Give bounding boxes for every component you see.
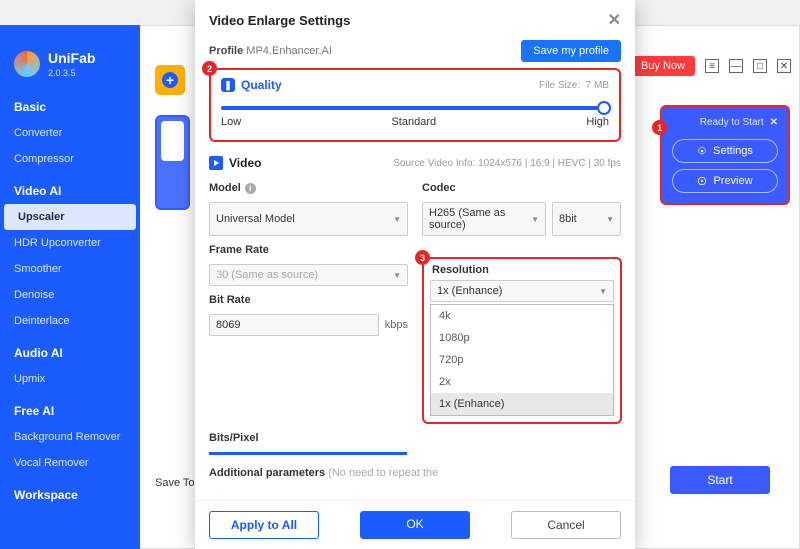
chevron-down-icon: ▼	[531, 215, 539, 224]
panel-close-icon[interactable]: ✕	[770, 117, 778, 128]
cancel-button[interactable]: Cancel	[511, 511, 621, 539]
resolution-option[interactable]: 1x (Enhance)	[431, 393, 613, 415]
chevron-down-icon: ▼	[606, 215, 614, 224]
quality-icon: ❚	[221, 78, 235, 92]
quality-standard: Standard	[391, 116, 436, 128]
nav-heading-audio-ai[interactable]: Audio AI	[0, 334, 140, 366]
profile-row: Profile MP4.Enhancer.AI Save my profile	[209, 40, 621, 68]
dialog-header: Video Enlarge Settings ✕	[195, 0, 635, 40]
nav-heading-basic[interactable]: Basic	[0, 88, 140, 120]
save-to-label: Save To	[155, 477, 195, 489]
profile-value: MP4.Enhancer.AI	[246, 45, 332, 57]
video-enlarge-dialog: Video Enlarge Settings ✕ Profile MP4.Enh…	[195, 0, 635, 549]
settings-menu-icon[interactable]: ≡	[705, 59, 719, 73]
sidebar-item-compressor[interactable]: Compressor	[0, 146, 140, 172]
resolution-select[interactable]: 1x (Enhance)▼	[430, 280, 614, 302]
logo-block: UniFab 2.0.3.5	[0, 50, 140, 88]
sidebar-item-bgremover[interactable]: Background Remover	[0, 424, 140, 450]
video-source-info: Source Video Info: 1024x576 | 16:9 | HEV…	[393, 158, 621, 169]
preview-button[interactable]: Preview	[672, 169, 778, 193]
quality-low: Low	[221, 116, 241, 128]
sidebar-item-upmix[interactable]: Upmix	[0, 366, 140, 392]
bitdepth-select[interactable]: 8bit▼	[552, 202, 621, 236]
dialog-body: Profile MP4.Enhancer.AI Save my profile …	[195, 40, 635, 500]
sidebar-item-upscaler[interactable]: Upscaler	[4, 204, 136, 230]
kbps-label: kbps	[385, 319, 408, 331]
model-label: Modeli	[209, 182, 408, 194]
info-icon[interactable]: i	[245, 183, 256, 194]
slider-labels: Low Standard High	[221, 116, 609, 128]
buy-now-button[interactable]: Buy Now	[631, 56, 695, 76]
sidebar: UniFab 2.0.3.5 Basic Converter Compresso…	[0, 25, 140, 549]
app-name: UniFab	[48, 50, 95, 66]
chevron-down-icon: ▼	[393, 271, 401, 280]
bit-rate-input[interactable]: 8069	[209, 314, 379, 336]
apply-all-button[interactable]: Apply to All	[209, 511, 319, 539]
bits-pixel-label: Bits/Pixel	[209, 432, 621, 444]
sidebar-item-deinterlace[interactable]: Deinterlace	[0, 308, 140, 334]
ready-panel: 1 Ready to Start✕ Settings Preview	[660, 105, 790, 205]
callout-badge-3: 3	[415, 250, 430, 265]
slider-knob[interactable]	[597, 101, 611, 115]
bit-rate-label: Bit Rate	[209, 294, 408, 306]
resolution-option[interactable]: 2x	[431, 371, 613, 393]
frame-rate-select[interactable]: 30 (Same as source)▼	[209, 264, 408, 286]
nav-heading-workspace[interactable]: Workspace	[0, 476, 140, 508]
profile-label: Profile	[209, 45, 243, 57]
ok-button[interactable]: OK	[360, 511, 470, 539]
settings-button[interactable]: Settings	[672, 139, 778, 163]
video-label: Video	[229, 156, 261, 170]
resolution-option[interactable]: 4k	[431, 305, 613, 327]
nav-heading-video-ai[interactable]: Video AI	[0, 172, 140, 204]
resolution-dropdown: 3 Resolution 1x (Enhance)▼ 4k 1080p 720p…	[422, 257, 622, 424]
model-select[interactable]: Universal Model▼	[209, 202, 408, 236]
resolution-label: Resolution	[424, 261, 620, 280]
codec-label: Codec	[422, 182, 621, 194]
minimize-icon[interactable]: —	[729, 59, 743, 73]
video-thumbnail[interactable]	[155, 115, 190, 210]
start-button[interactable]: Start	[670, 466, 770, 494]
video-section-header: Video Source Video Info: 1024x576 | 16:9…	[209, 156, 621, 170]
ready-label: Ready to Start✕	[672, 117, 778, 133]
nav-heading-free-ai[interactable]: Free AI	[0, 392, 140, 424]
quality-slider[interactable]	[221, 106, 609, 110]
quality-high: High	[586, 116, 609, 128]
sidebar-item-hdr[interactable]: HDR Upconverter	[0, 230, 140, 256]
chevron-down-icon: ▼	[599, 287, 607, 296]
frame-rate-label: Frame Rate	[209, 244, 408, 256]
maximize-icon[interactable]: □	[753, 59, 767, 73]
sidebar-item-smoother[interactable]: Smoother	[0, 256, 140, 282]
quality-label: Quality	[241, 78, 282, 92]
callout-badge-2: 2	[202, 61, 217, 76]
close-window-icon[interactable]: ✕	[777, 59, 791, 73]
additional-params: Additional parameters (No need to repeat…	[209, 467, 621, 479]
app-version: 2.0.3.5	[48, 68, 95, 78]
bits-pixel-slider[interactable]	[209, 452, 407, 455]
save-profile-button[interactable]: Save my profile	[521, 40, 621, 62]
dialog-footer: Apply to All OK Cancel	[195, 500, 635, 549]
sidebar-item-denoise[interactable]: Denoise	[0, 282, 140, 308]
resolution-options: 4k 1080p 720p 2x 1x (Enhance)	[430, 304, 614, 416]
resolution-option[interactable]: 720p	[431, 349, 613, 371]
codec-select[interactable]: H265 (Same as source)▼	[422, 202, 546, 236]
callout-badge-1: 1	[652, 120, 667, 135]
resolution-option[interactable]: 1080p	[431, 327, 613, 349]
dialog-title: Video Enlarge Settings	[209, 13, 350, 28]
file-size: File Size: 7 MB	[539, 80, 609, 91]
quality-section: 2 ❚Quality File Size: 7 MB Low Standard …	[209, 68, 621, 142]
video-icon	[209, 156, 223, 170]
sidebar-item-converter[interactable]: Converter	[0, 120, 140, 146]
dialog-close-icon[interactable]: ✕	[608, 10, 621, 30]
sidebar-item-vocalremover[interactable]: Vocal Remover	[0, 450, 140, 476]
add-file-button[interactable]: +	[155, 65, 185, 95]
chevron-down-icon: ▼	[393, 215, 401, 224]
logo-icon	[14, 51, 40, 77]
